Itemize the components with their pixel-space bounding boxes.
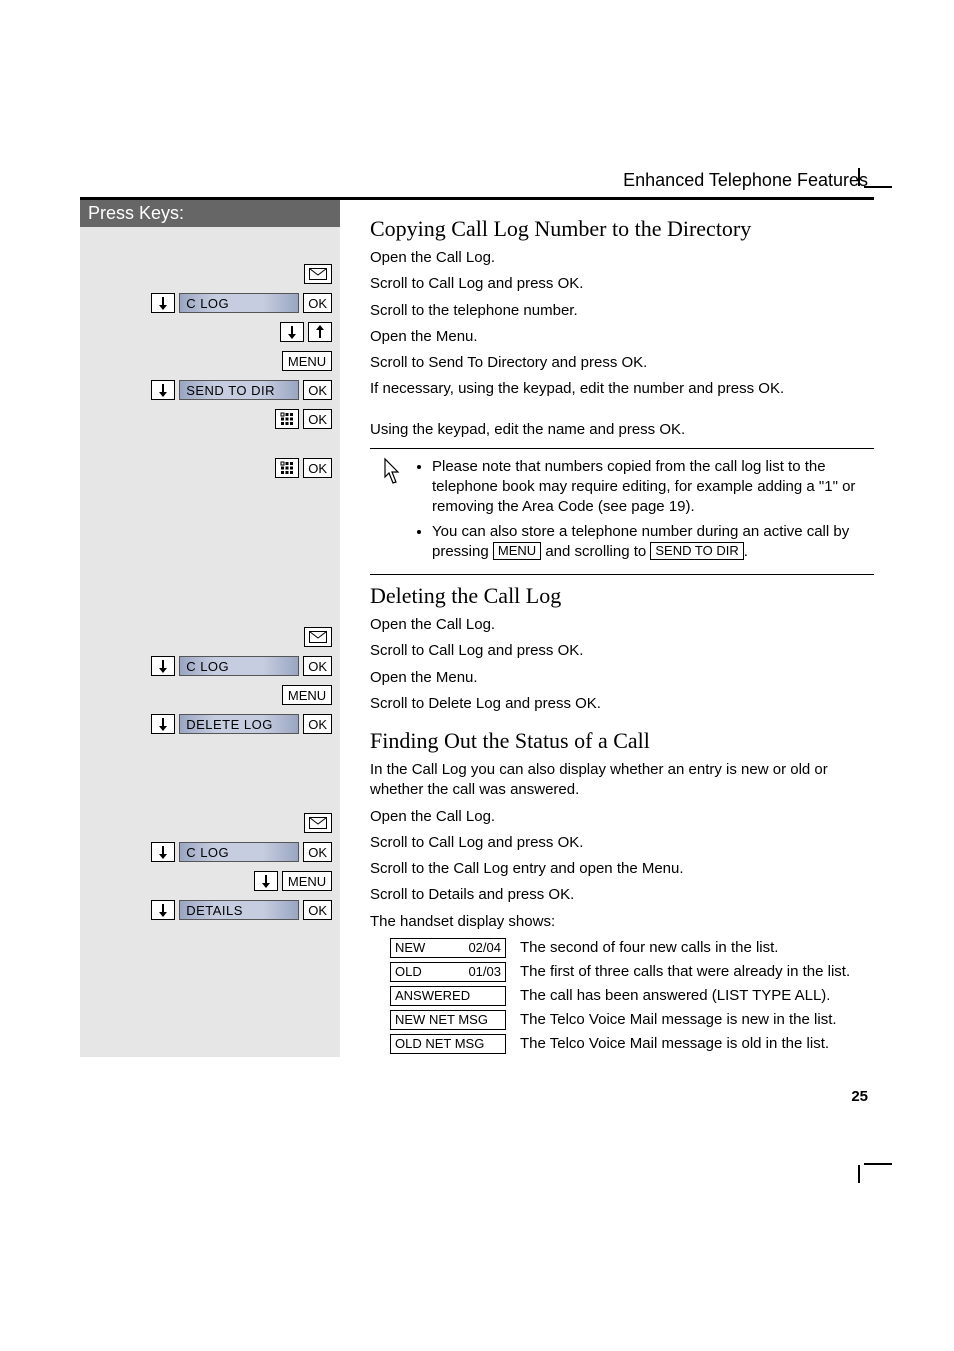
menu-button[interactable]: MENU <box>282 351 332 371</box>
ok-button[interactable]: OK <box>303 293 332 313</box>
status-desc: The first of three calls that were alrea… <box>520 962 874 982</box>
arrow-up-icon[interactable] <box>308 322 332 342</box>
arrow-down-icon[interactable] <box>151 714 175 734</box>
ok-button[interactable]: OK <box>303 900 332 920</box>
step-text: Scroll to Details and press OK. <box>370 885 874 905</box>
menu-button[interactable]: MENU <box>282 685 332 705</box>
status-desc: The second of four new calls in the list… <box>520 938 874 958</box>
mail-icon[interactable] <box>304 264 332 284</box>
menu-button[interactable]: MENU <box>282 871 332 891</box>
step-text: Open the Call Log. <box>370 248 874 268</box>
page-header-title: Enhanced Telephone Features <box>80 170 874 191</box>
step-text: If necessary, using the keypad, edit the… <box>370 379 874 399</box>
press-keys-title: Press Keys: <box>80 200 340 227</box>
step-text: Scroll to Call Log and press OK. <box>370 274 874 294</box>
lcd-details: DETAILS <box>179 900 299 920</box>
page-number: 25 <box>80 1088 874 1105</box>
section-title-status: Finding Out the Status of a Call <box>370 728 874 754</box>
step-text: Scroll to Call Log and press OK. <box>370 833 874 853</box>
arrow-down-icon[interactable] <box>151 380 175 400</box>
lcd-c-log: C LOG <box>179 293 299 313</box>
ok-button[interactable]: OK <box>303 714 332 734</box>
arrow-down-icon[interactable] <box>151 842 175 862</box>
status-desc: The call has been answered (LIST TYPE AL… <box>520 986 874 1006</box>
step-text: Scroll to the telephone number. <box>370 301 874 321</box>
arrow-down-icon[interactable] <box>151 900 175 920</box>
crop-mark-top-right <box>858 178 894 214</box>
status-desc: The Telco Voice Mail message is new in t… <box>520 1010 874 1030</box>
ok-button[interactable]: OK <box>303 380 332 400</box>
step-text: Scroll to Delete Log and press OK. <box>370 694 874 714</box>
step-text: Open the Menu. <box>370 327 874 347</box>
status-box-new-net-msg: NEW NET MSG <box>390 1010 506 1030</box>
mail-icon[interactable] <box>304 813 332 833</box>
lcd-c-log: C LOG <box>179 842 299 862</box>
step-text: Scroll to Send To Directory and press OK… <box>370 353 874 373</box>
arrow-down-icon[interactable] <box>254 871 278 891</box>
status-box-old-net-msg: OLD NET MSG <box>390 1034 506 1054</box>
step-text: The handset display shows: <box>370 912 874 932</box>
arrow-down-icon[interactable] <box>151 656 175 676</box>
pointer-icon <box>376 457 404 566</box>
intro-text: In the Call Log you can also display whe… <box>370 760 874 801</box>
arrow-down-icon[interactable] <box>151 293 175 313</box>
ok-button[interactable]: OK <box>303 842 332 862</box>
status-desc: The Telco Voice Mail message is old in t… <box>520 1034 874 1054</box>
lcd-c-log: C LOG <box>179 656 299 676</box>
step-text: Open the Menu. <box>370 668 874 688</box>
ok-button[interactable]: OK <box>303 458 332 478</box>
crop-mark-bottom-right <box>858 1137 894 1173</box>
section-title-copy: Copying Call Log Number to the Directory <box>370 216 874 242</box>
mail-icon[interactable] <box>304 627 332 647</box>
lcd-delete-log: DELETE LOG <box>179 714 299 734</box>
status-box-new: NEW02/04 <box>390 938 506 958</box>
status-box-answered: ANSWERED <box>390 986 506 1006</box>
step-text: Using the keypad, edit the name and pres… <box>370 420 874 440</box>
step-text: Scroll to the Call Log entry and open th… <box>370 859 874 879</box>
note-box: Please note that numbers copied from the… <box>370 448 874 575</box>
section-title-delete: Deleting the Call Log <box>370 583 874 609</box>
step-text: Open the Call Log. <box>370 615 874 635</box>
keypad-icon[interactable] <box>275 409 299 429</box>
note-item: You can also store a telephone number du… <box>432 522 868 563</box>
step-text: Scroll to Call Log and press OK. <box>370 641 874 661</box>
status-box-old: OLD01/03 <box>390 962 506 982</box>
inline-key-menu: MENU <box>493 542 541 560</box>
step-text: Open the Call Log. <box>370 807 874 827</box>
ok-button[interactable]: OK <box>303 656 332 676</box>
inline-key-send-to-dir: SEND TO DIR <box>650 542 743 560</box>
arrow-down-icon[interactable] <box>280 322 304 342</box>
note-item: Please note that numbers copied from the… <box>432 457 868 518</box>
lcd-send-to-dir: SEND TO DIR <box>179 380 299 400</box>
keypad-icon[interactable] <box>275 458 299 478</box>
ok-button[interactable]: OK <box>303 409 332 429</box>
key-panel: C LOG OK MENU <box>80 227 340 1057</box>
